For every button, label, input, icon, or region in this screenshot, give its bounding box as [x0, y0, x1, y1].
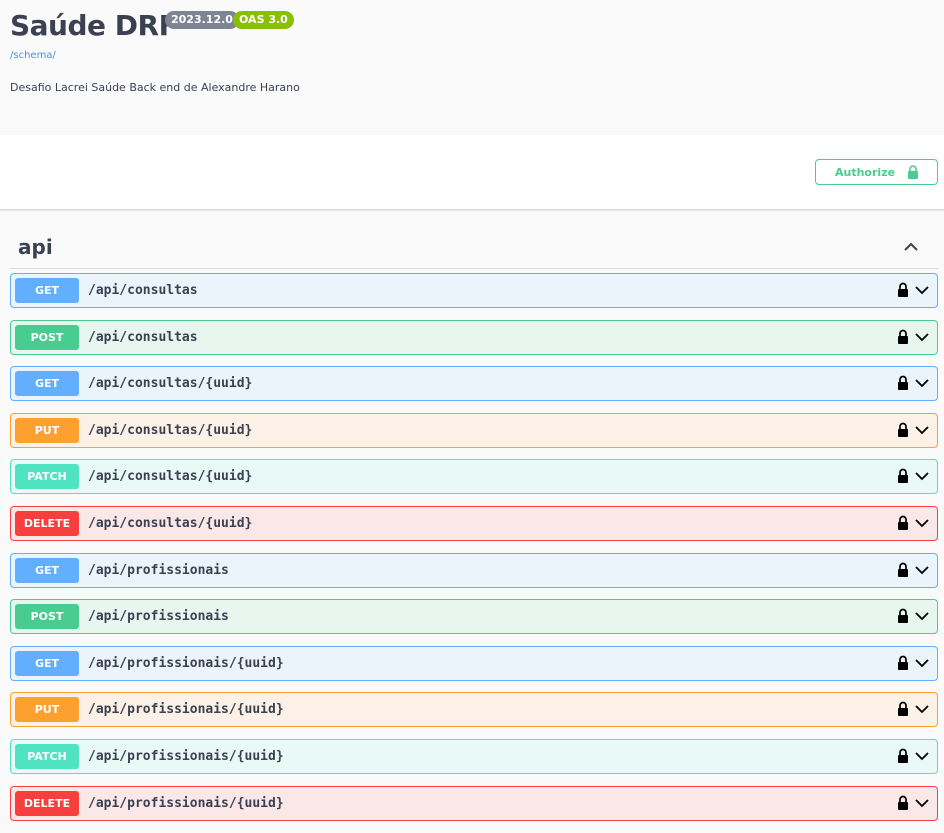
chevron-down-icon[interactable] [914, 703, 930, 715]
chevron-down-icon[interactable] [914, 377, 930, 389]
operation-path: /api/consultas/{uuid} [88, 516, 253, 531]
api-description: Desafio Lacrei Saúde Back end de Alexand… [10, 81, 300, 94]
method-badge: DELETE [15, 511, 79, 536]
operation-path: /api/profissionais/{uuid} [88, 749, 284, 764]
lock-icon [908, 165, 918, 179]
lock-icon[interactable] [897, 655, 909, 670]
operation-path: /api/consultas/{uuid} [88, 423, 253, 438]
lock-icon[interactable] [897, 748, 909, 763]
operations-section: api GET/api/consultas POST/api/consultas G… [0, 211, 944, 833]
operation-post-row[interactable]: POST/api/consultas [10, 320, 938, 355]
chevron-down-icon[interactable] [914, 564, 930, 576]
method-badge: PATCH [15, 744, 79, 769]
operation-path: /api/profissionais [88, 609, 229, 624]
chevron-down-icon[interactable] [914, 657, 930, 669]
operation-get-row[interactable]: GET/api/profissionais [10, 553, 938, 588]
operation-path: /api/consultas/{uuid} [88, 376, 253, 391]
lock-icon[interactable] [897, 562, 909, 577]
operation-path: /api/consultas/{uuid} [88, 469, 253, 484]
operation-put-row[interactable]: PUT/api/consultas/{uuid} [10, 413, 938, 448]
method-badge: PUT [15, 418, 79, 443]
chevron-down-icon[interactable] [914, 610, 930, 622]
operation-path: /api/profissionais [88, 563, 229, 578]
lock-icon[interactable] [897, 468, 909, 483]
method-badge: PATCH [15, 464, 79, 489]
lock-icon[interactable] [897, 795, 909, 810]
operation-delete-row[interactable]: DELETE/api/profissionais/{uuid} [10, 786, 938, 821]
lock-icon[interactable] [897, 329, 909, 344]
operation-path: /api/profissionais/{uuid} [88, 796, 284, 811]
method-badge: PUT [15, 697, 79, 722]
page-title: Saúde DRF [10, 9, 178, 42]
operation-get-row[interactable]: GET/api/consultas [10, 273, 938, 308]
operation-path: /api/consultas [88, 330, 198, 345]
chevron-up-icon[interactable] [902, 239, 920, 253]
chevron-down-icon[interactable] [914, 470, 930, 482]
chevron-down-icon[interactable] [914, 424, 930, 436]
chevron-down-icon[interactable] [914, 797, 930, 809]
lock-icon[interactable] [897, 701, 909, 716]
lock-icon[interactable] [897, 608, 909, 623]
method-badge: GET [15, 278, 79, 303]
method-badge: GET [15, 371, 79, 396]
operation-post-row[interactable]: POST/api/profissionais [10, 599, 938, 634]
method-badge: DELETE [15, 791, 79, 816]
oas-badge: OAS 3.0 [233, 11, 294, 29]
operation-delete-row[interactable]: DELETE/api/consultas/{uuid} [10, 506, 938, 541]
operation-patch-row[interactable]: PATCH/api/profissionais/{uuid} [10, 739, 938, 774]
tag-section-header[interactable]: api [10, 229, 938, 269]
tag-name: api [18, 235, 53, 259]
lock-icon[interactable] [897, 375, 909, 390]
operation-path: /api/consultas [88, 283, 198, 298]
chevron-down-icon[interactable] [914, 517, 930, 529]
operation-path: /api/profissionais/{uuid} [88, 702, 284, 717]
operation-patch-row[interactable]: PATCH/api/consultas/{uuid} [10, 459, 938, 494]
method-badge: GET [15, 558, 79, 583]
info-header: Saúde DRF 2023.12.0 OAS 3.0 /schema/ Des… [0, 0, 944, 135]
chevron-down-icon[interactable] [914, 750, 930, 762]
operation-put-row[interactable]: PUT/api/profissionais/{uuid} [10, 692, 938, 727]
authorize-label: Authorize [835, 166, 896, 179]
operation-get-row[interactable]: GET/api/consultas/{uuid} [10, 366, 938, 401]
method-badge: POST [15, 325, 79, 350]
chevron-down-icon[interactable] [914, 284, 930, 296]
version-badge: 2023.12.0 [165, 11, 239, 29]
operation-get-row[interactable]: GET/api/profissionais/{uuid} [10, 646, 938, 681]
lock-icon[interactable] [897, 515, 909, 530]
method-badge: GET [15, 651, 79, 676]
lock-icon[interactable] [897, 422, 909, 437]
authorize-button[interactable]: Authorize [815, 159, 938, 185]
schema-link[interactable]: /schema/ [10, 50, 56, 61]
chevron-down-icon[interactable] [914, 331, 930, 343]
scheme-container: Authorize [0, 135, 944, 210]
lock-icon[interactable] [897, 282, 909, 297]
method-badge: POST [15, 604, 79, 629]
operation-path: /api/profissionais/{uuid} [88, 656, 284, 671]
